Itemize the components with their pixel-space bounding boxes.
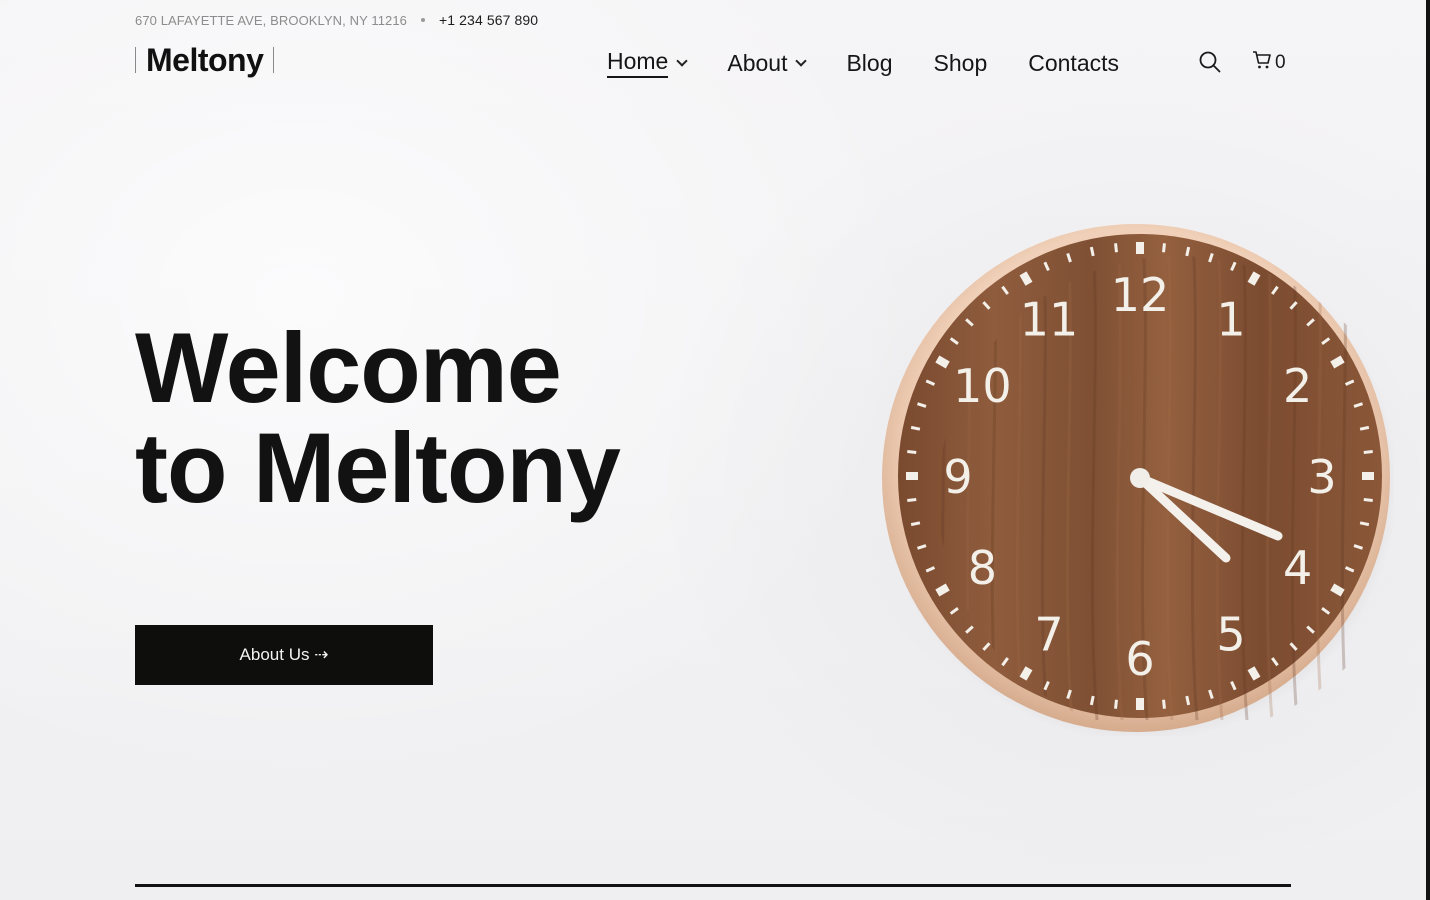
window-edge [1426, 0, 1430, 900]
separator-dot [421, 18, 426, 22]
clock-numeral: 10 [953, 359, 1012, 413]
logo-bar-right [273, 47, 275, 73]
clock-numeral: 12 [1111, 268, 1170, 322]
clock-minute-tick [1363, 450, 1373, 454]
about-us-button[interactable]: About Us ⇢ [135, 625, 433, 685]
main-nav: Home About Blog Shop Contacts [607, 44, 1160, 82]
clock-hour-tick [935, 583, 950, 597]
cart-count: 0 [1275, 52, 1286, 73]
nav-item-shop[interactable]: Shop [934, 44, 988, 82]
clock-numeral: 6 [1125, 632, 1154, 686]
clock-numeral: 1 [1216, 292, 1245, 346]
clock-numeral: 5 [1216, 608, 1245, 662]
clock-minute-tick [907, 498, 917, 502]
logo-bar-left [135, 47, 136, 73]
nav-item-about[interactable]: About [727, 44, 808, 82]
clock-minute-tick [1162, 699, 1166, 709]
logo-text: Meltony [146, 42, 264, 78]
clock-minute-tick [1363, 498, 1373, 502]
clock-minute-tick [1089, 246, 1095, 257]
clock-hour-tick [1330, 583, 1345, 597]
clock-minute-tick [1359, 521, 1370, 527]
clock-numeral: 3 [1307, 450, 1336, 504]
clock-minute-tick [1162, 243, 1166, 253]
header-icons: 0 [1198, 47, 1286, 77]
clock-hour-tick [1247, 666, 1261, 681]
clock-numeral: 2 [1283, 359, 1312, 413]
phone-link[interactable]: +1 234 567 890 [439, 12, 538, 28]
nav-item-home[interactable]: Home [607, 44, 689, 82]
nav-label-contacts: Contacts [1028, 49, 1119, 76]
clock-numeral: 9 [943, 450, 972, 504]
clock-numeral: 7 [1034, 608, 1063, 662]
nav-label-shop: Shop [933, 49, 988, 76]
clock-minute-tick [910, 425, 921, 431]
nav-item-contacts[interactable]: Contacts [1028, 44, 1119, 82]
chevron-down-icon [795, 55, 808, 67]
nav-label-home: Home [607, 48, 669, 78]
clock-hour-tick [1247, 271, 1261, 286]
clock-minute-tick [1359, 425, 1370, 431]
clock-hour-tick [1019, 666, 1033, 681]
clock-numeral: 11 [1020, 292, 1079, 346]
hero-title-line1: Welcome [135, 312, 562, 423]
top-info-bar: 670 LAFAYETTE AVE, BROOKLYN, NY 11216 +1… [135, 12, 538, 28]
site-logo[interactable]: Meltony [135, 40, 275, 80]
clock-numeral: 4 [1283, 541, 1312, 595]
nav-item-blog[interactable]: Blog [846, 44, 892, 82]
clock-hour-tick [1330, 355, 1345, 369]
wall-clock-image: 12 1 2 3 4 5 6 7 8 9 10 11 [878, 220, 1398, 742]
clock-minute-tick [1114, 243, 1118, 253]
hero-title-line2: to Meltony [135, 412, 621, 523]
clock-minute-tick [910, 521, 921, 527]
clock-minute-tick [1185, 695, 1191, 706]
clock-minute-tick [1185, 246, 1191, 257]
clock-minute-tick [1114, 699, 1118, 709]
clock-minute-tick [1089, 695, 1095, 706]
section-divider [135, 884, 1291, 887]
chevron-down-icon [676, 55, 689, 67]
clock-numeral: 8 [968, 541, 997, 595]
hero-title: Welcome to Meltony [135, 312, 621, 523]
clock-center [1130, 468, 1150, 488]
address-text: 670 LAFAYETTE AVE, BROOKLYN, NY 11216 [135, 12, 408, 28]
clock-minute-tick [907, 450, 917, 454]
search-icon[interactable] [1198, 50, 1222, 74]
clock-hour-tick [935, 355, 950, 369]
cart-button[interactable]: 0 [1252, 50, 1286, 75]
clock-hour-tick [1019, 271, 1033, 286]
nav-label-blog: Blog [846, 49, 893, 76]
cart-icon [1252, 50, 1272, 75]
nav-label-about: About [727, 49, 788, 76]
